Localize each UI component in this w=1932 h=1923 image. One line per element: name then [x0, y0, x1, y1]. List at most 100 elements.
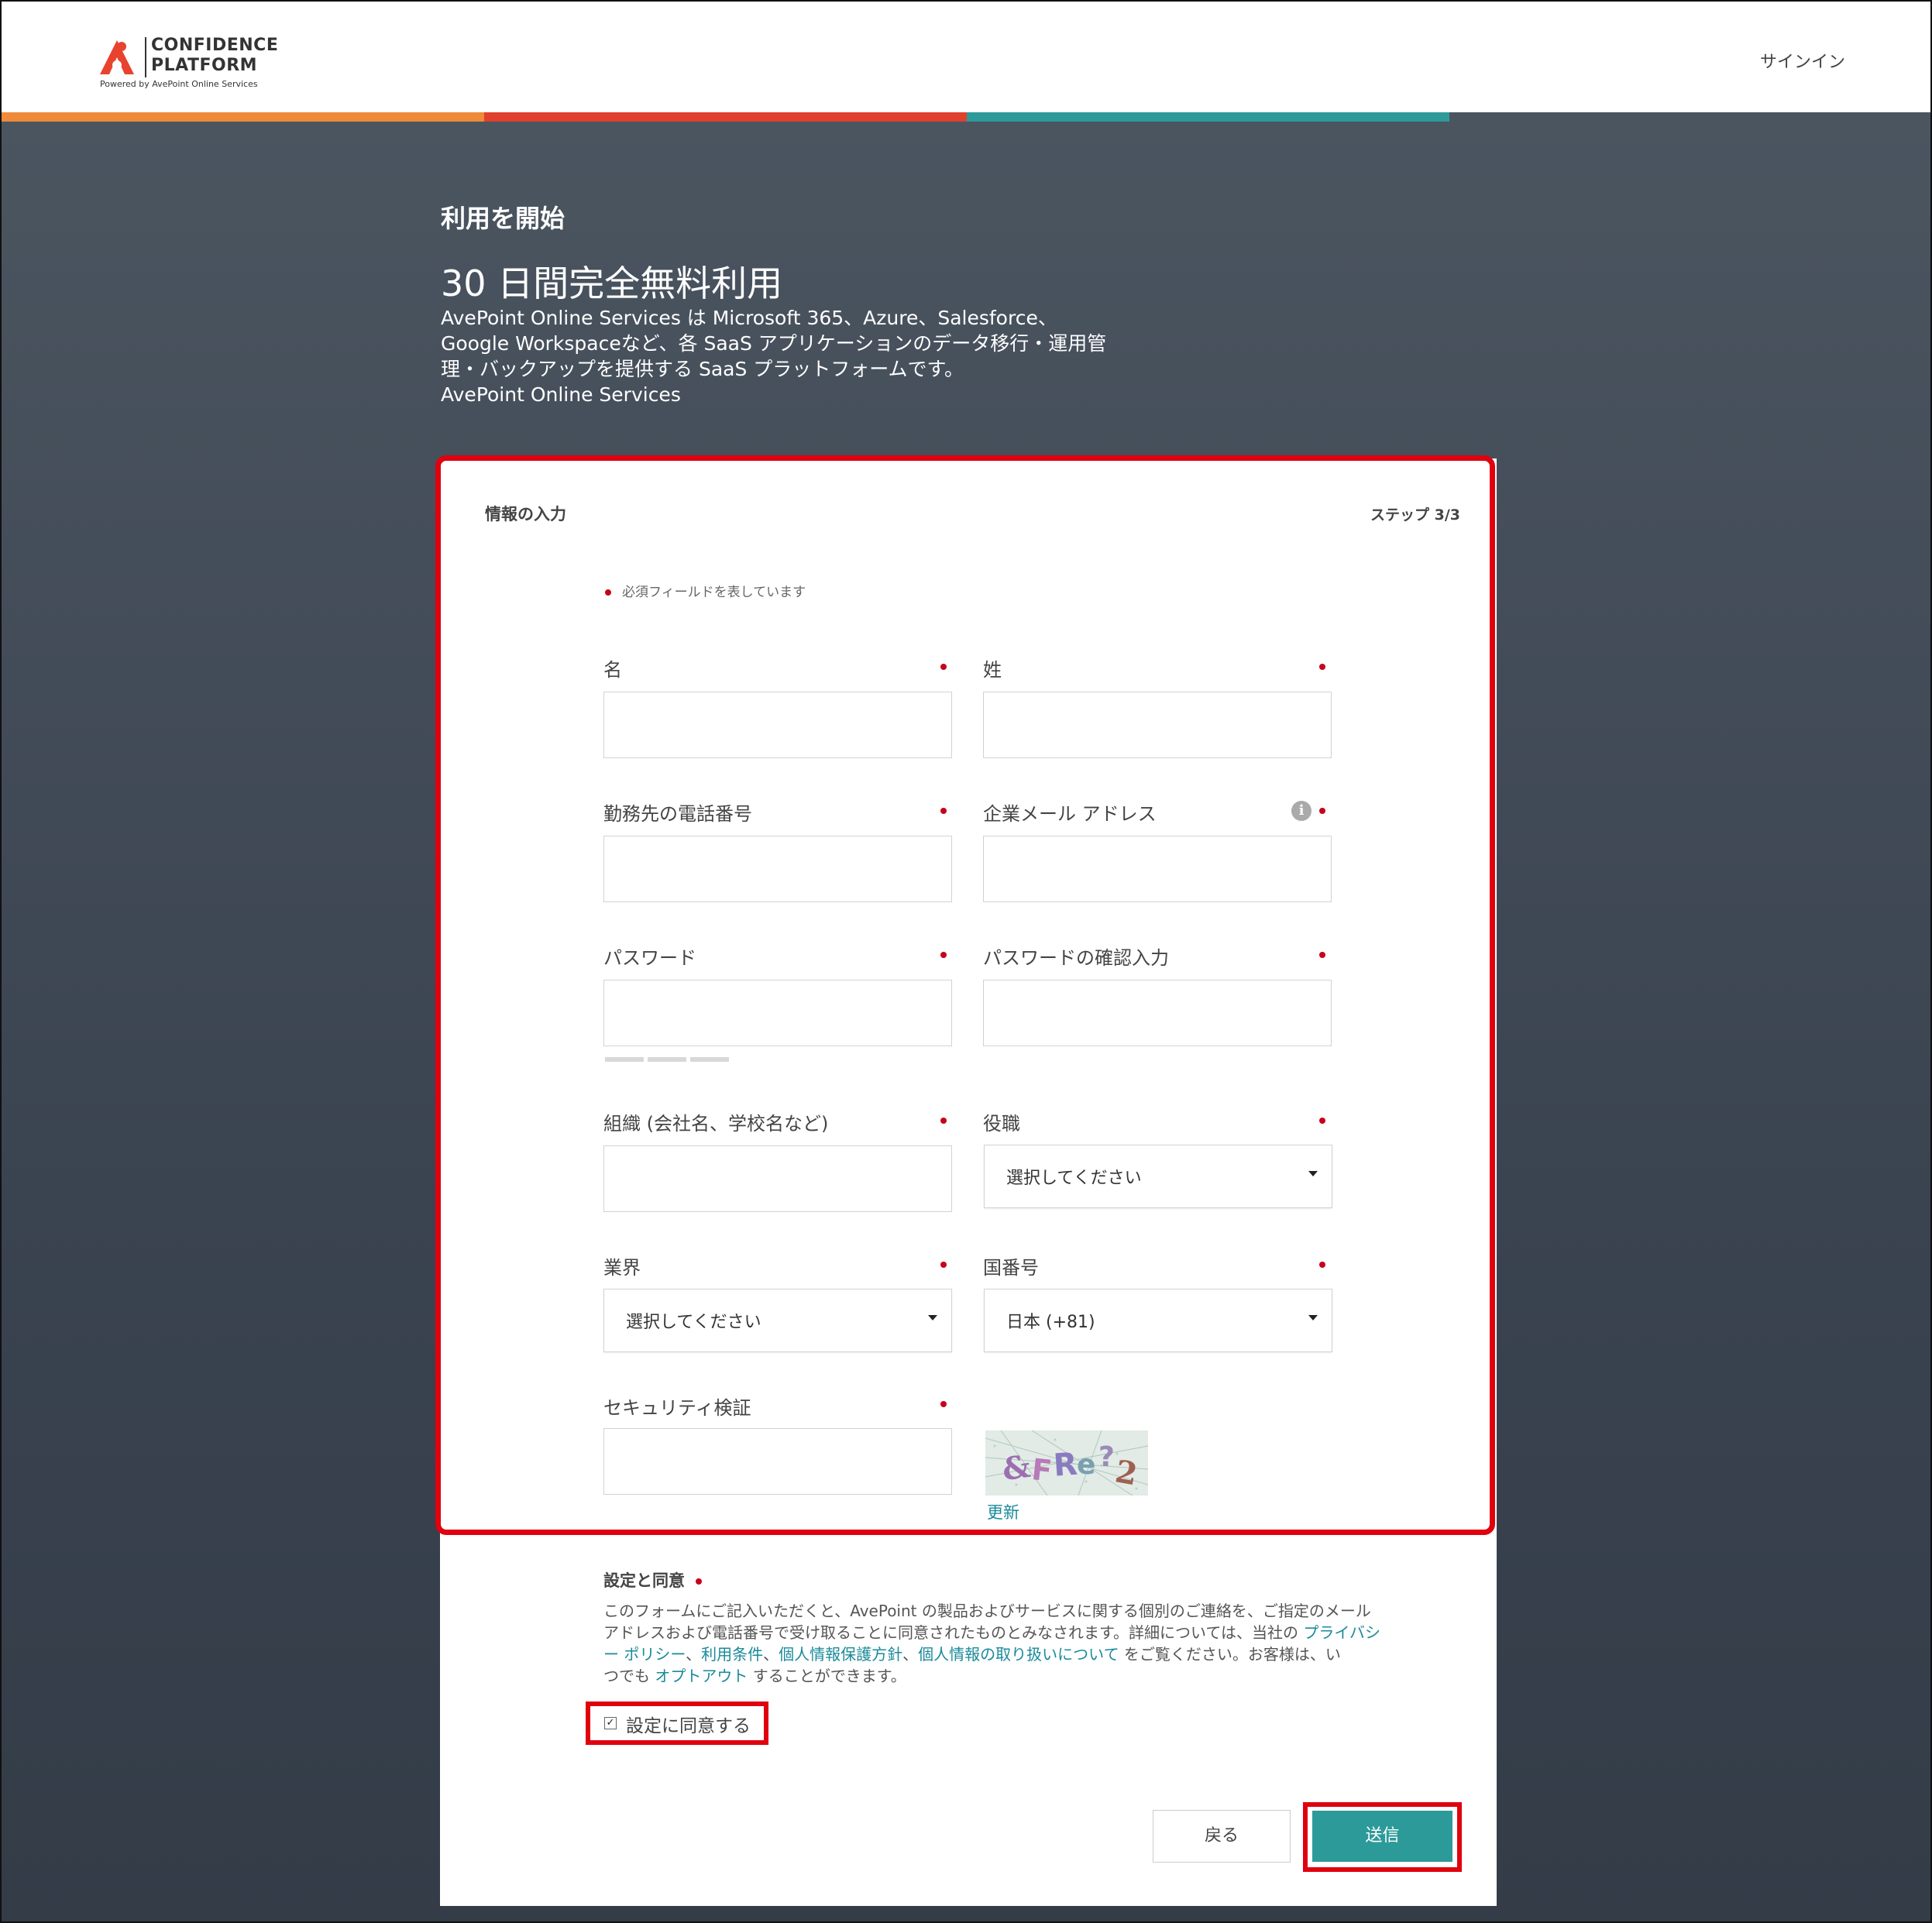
consent-text-segment: 、	[686, 1645, 702, 1664]
personal-info-policy-link[interactable]: 個人情報保護方針	[779, 1645, 902, 1664]
opt-out-link[interactable]: オプトアウト	[655, 1667, 748, 1685]
terms-link[interactable]: 利用条件	[701, 1645, 763, 1664]
required-dot-icon	[1319, 952, 1325, 958]
first-name-input[interactable]	[603, 692, 952, 758]
consent-text-segment: 、	[763, 1645, 779, 1664]
page-frame: CONFIDENCE PLATFORM Powered by AvePoint …	[0, 0, 1932, 1923]
password-confirm-label: パスワードの確認入力	[983, 947, 1169, 969]
first-name-label: 名	[603, 659, 622, 681]
top-header: CONFIDENCE PLATFORM Powered by AvePoint …	[2, 2, 1930, 112]
svg-text:F: F	[1030, 1452, 1054, 1488]
captcha-refresh-link[interactable]: 更新	[987, 1500, 1019, 1523]
info-icon[interactable]: i	[1291, 801, 1311, 821]
intro-desc-line: 理・バックアップを提供する SaaS プラットフォームです。	[441, 358, 964, 380]
required-dot-icon	[940, 1118, 947, 1124]
caret-down-icon	[1308, 1315, 1318, 1320]
intro-subtitle: 30 日間完全無料利用	[441, 263, 783, 304]
captcha-input[interactable]	[603, 1428, 952, 1495]
step-indicator: ステップ 3/3	[1370, 507, 1460, 524]
consent-text-segment: このフォームにご記入いただくと、AvePoint の製品およびサービスに関する個…	[603, 1602, 1371, 1620]
password-strength-bar	[690, 1057, 729, 1062]
phone-label: 勤務先の電話番号	[603, 803, 752, 825]
country-code-selected: 日本 (+81)	[1006, 1313, 1095, 1332]
required-dot-icon	[940, 808, 947, 814]
required-dot-icon	[1319, 664, 1325, 670]
consent-text: このフォームにご記入いただくと、AvePoint の製品およびサービスに関する個…	[603, 1600, 1380, 1687]
last-name-input[interactable]	[983, 692, 1332, 758]
required-dot-icon	[1319, 1118, 1325, 1124]
consent-text-segment: つでも	[603, 1667, 655, 1685]
consent-text-segment: アドレスおよび電話番号で受け取ることに同意されたものとみなされます。詳細について…	[603, 1623, 1304, 1642]
password-input[interactable]	[603, 980, 952, 1046]
privacy-policy-link[interactable]: プライバシ	[1303, 1623, 1380, 1642]
captcha-label: セキュリティ検証	[603, 1397, 751, 1419]
svg-text:&: &	[1000, 1448, 1033, 1489]
form-title: 情報の入力	[485, 505, 566, 524]
country-code-select[interactable]: 日本 (+81)	[984, 1289, 1332, 1352]
consent-line: つでも オプトアウト することができます。	[603, 1665, 1339, 1687]
svg-text:?: ?	[1098, 1441, 1115, 1473]
password-strength-bar	[648, 1057, 686, 1062]
color-bars	[2, 112, 1930, 122]
logo-mark-icon	[100, 40, 134, 74]
logo-text-line1: CONFIDENCE	[151, 36, 279, 55]
color-bar-gray	[1449, 112, 1930, 122]
color-bar-red	[484, 112, 967, 122]
email-label: 企業メール アドレス	[983, 803, 1157, 825]
logo-separator	[145, 37, 146, 77]
required-dot-icon	[940, 1262, 947, 1268]
required-dot-icon	[940, 1401, 947, 1407]
job-title-label: 役職	[983, 1113, 1020, 1135]
logo-subtext: Powered by AvePoint Online Services	[100, 79, 258, 89]
intro-desc-line: AvePoint Online Services は Microsoft 365…	[441, 307, 1057, 329]
caret-down-icon	[1308, 1171, 1318, 1176]
organization-label: 組織 (会社名、学校名など)	[603, 1113, 829, 1135]
color-bar-teal	[967, 112, 1449, 122]
intro-desc-line: AvePoint Online Services	[441, 383, 681, 406]
consent-title: 設定と同意	[603, 1568, 702, 1592]
job-title-select[interactable]: 選択してください	[984, 1145, 1332, 1208]
personal-info-handling-link[interactable]: 個人情報の取り扱いについて	[918, 1645, 1119, 1664]
agree-checkbox-label[interactable]: 設定に同意する	[626, 1711, 751, 1737]
required-dot-icon	[696, 1578, 702, 1585]
country-code-label: 国番号	[983, 1257, 1039, 1279]
industry-label: 業界	[603, 1257, 641, 1279]
required-dot-icon	[1319, 808, 1325, 814]
submit-button[interactable]: 送信	[1312, 1811, 1452, 1862]
required-note-text: 必須フィールドを表しています	[622, 585, 806, 600]
agree-checkbox[interactable]: ✓	[604, 1717, 617, 1729]
industry-select[interactable]: 選択してください	[603, 1289, 952, 1352]
password-strength-bar	[605, 1057, 644, 1062]
consent-text-segment: 、	[902, 1645, 919, 1664]
consent-text-segment: することができます。	[748, 1667, 906, 1685]
back-button[interactable]: 戻る	[1153, 1810, 1291, 1863]
required-dot-icon	[1319, 1262, 1325, 1268]
industry-selected: 選択してください	[626, 1313, 761, 1332]
color-bar-orange	[2, 112, 484, 122]
consent-title-text: 設定と同意	[603, 1571, 685, 1590]
intro-description: AvePoint Online Services は Microsoft 365…	[441, 305, 1107, 407]
job-title-selected: 選択してください	[1006, 1169, 1142, 1188]
svg-text:R: R	[1052, 1447, 1078, 1484]
captcha-noise-icon: & F R e ? 2	[985, 1430, 1148, 1495]
form-card	[440, 458, 1497, 1906]
required-dot-icon	[940, 664, 947, 670]
intro-title: 利用を開始	[441, 204, 566, 233]
last-name-label: 姓	[983, 659, 1002, 681]
organization-input[interactable]	[603, 1145, 952, 1212]
email-input[interactable]	[983, 836, 1332, 902]
phone-input[interactable]	[603, 836, 952, 902]
consent-line: このフォームにご記入いただくと、AvePoint の製品およびサービスに関する個…	[603, 1600, 1371, 1622]
required-dot-icon	[940, 952, 947, 958]
consent-text-segment: をご覧ください。お客様は、い	[1119, 1645, 1341, 1664]
privacy-policy-link[interactable]: ー ポリシー	[603, 1645, 686, 1664]
intro-desc-line: Google Workspaceなど、各 SaaS アプリケーションのデータ移行…	[441, 332, 1107, 355]
svg-text:e: e	[1077, 1449, 1095, 1481]
captcha-image: & F R e ? 2	[985, 1430, 1148, 1495]
consent-line: アドレスおよび電話番号で受け取ることに同意されたものとみなされます。詳細について…	[603, 1622, 1380, 1643]
password-confirm-input[interactable]	[983, 980, 1332, 1046]
required-note: 必須フィールドを表しています	[605, 581, 806, 600]
required-dot-icon	[605, 589, 611, 596]
logo-text-line2: PLATFORM	[151, 56, 258, 75]
signin-link[interactable]: サインイン	[1760, 48, 1845, 73]
